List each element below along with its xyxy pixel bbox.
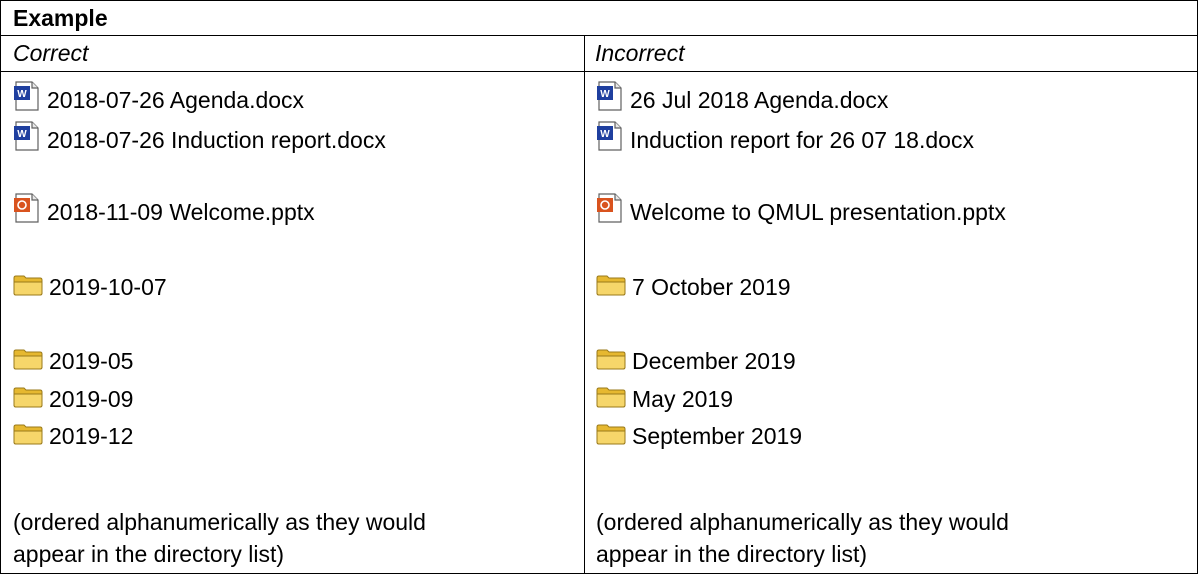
folder-entry: 2019-05 <box>13 343 133 379</box>
folder-entry: 2019-09 <box>13 381 133 417</box>
folder-icon <box>13 275 43 296</box>
word-doc-icon: W <box>14 81 39 111</box>
folder-entry: 2019-12 <box>13 418 133 454</box>
folder-icon <box>13 424 43 445</box>
word-doc-icon: W <box>14 121 39 151</box>
word-doc-icon: W <box>597 121 622 151</box>
folder-entry: September 2019 <box>596 418 802 454</box>
file-name: 2018-07-26 Agenda.docx <box>47 87 305 113</box>
ordering-note-line: (ordered alphanumerically as they would <box>13 509 426 535</box>
file-entry: W Induction report for 26 07 18.docx <box>596 121 974 158</box>
ordering-note-line: (ordered alphanumerically as they would <box>596 509 1009 535</box>
correct-column-label: Correct <box>13 40 89 66</box>
file-entry: W 26 Jul 2018 Agenda.docx <box>596 81 889 118</box>
folder-name: May 2019 <box>632 386 734 412</box>
correct-column: Correct W 2018-07-26 Agenda.docx W 2018-… <box>1 36 584 573</box>
folder-entry: 7 October 2019 <box>596 269 791 305</box>
file-name: 2018-11-09 Welcome.pptx <box>47 199 315 225</box>
ordering-note: (ordered alphanumerically as they would … <box>596 506 1186 570</box>
svg-text:W: W <box>600 89 610 100</box>
folder-name: 2019-10-07 <box>49 274 167 300</box>
file-entry: W 2018-07-26 Agenda.docx <box>13 81 305 118</box>
folder-icon <box>596 275 626 296</box>
folder-name: December 2019 <box>632 348 796 374</box>
file-name: 26 Jul 2018 Agenda.docx <box>630 87 889 113</box>
folder-icon <box>596 349 626 370</box>
folder-name: 2019-12 <box>49 423 134 449</box>
powerpoint-icon <box>597 193 622 223</box>
table-header-row: Example <box>1 1 1197 36</box>
folder-icon <box>13 387 43 408</box>
folder-icon <box>596 424 626 445</box>
table-title: Example <box>13 5 108 31</box>
folder-entry: December 2019 <box>596 343 796 379</box>
folder-icon <box>13 349 43 370</box>
file-name: Induction report for 26 07 18.docx <box>630 127 974 153</box>
folder-icon <box>596 387 626 408</box>
folder-entry: May 2019 <box>596 381 733 417</box>
file-entry: Welcome to QMUL presentation.pptx <box>596 193 1006 230</box>
folder-name: September 2019 <box>632 423 803 449</box>
incorrect-column-label: Incorrect <box>595 40 685 66</box>
file-name: Welcome to QMUL presentation.pptx <box>630 199 1006 225</box>
incorrect-column: Incorrect W 26 Jul 2018 Agenda.docx W In… <box>585 36 1197 573</box>
example-table: Example Correct W 2018-07-26 Agenda.docx… <box>0 0 1198 574</box>
folder-name: 2019-05 <box>49 348 134 374</box>
file-entry: W 2018-07-26 Induction report.docx <box>13 121 386 158</box>
file-name: 2018-07-26 Induction report.docx <box>47 127 386 153</box>
svg-text:W: W <box>17 89 27 100</box>
svg-text:W: W <box>600 129 610 140</box>
powerpoint-icon <box>14 193 39 223</box>
ordering-note: (ordered alphanumerically as they would … <box>13 506 573 570</box>
folder-name: 2019-09 <box>49 386 134 412</box>
folder-name: 7 October 2019 <box>632 274 791 300</box>
svg-text:W: W <box>17 129 27 140</box>
folder-entry: 2019-10-07 <box>13 269 167 305</box>
file-entry: 2018-11-09 Welcome.pptx <box>13 193 315 230</box>
word-doc-icon: W <box>597 81 622 111</box>
ordering-note-line: appear in the directory list) <box>13 541 285 567</box>
ordering-note-line: appear in the directory list) <box>596 541 868 567</box>
